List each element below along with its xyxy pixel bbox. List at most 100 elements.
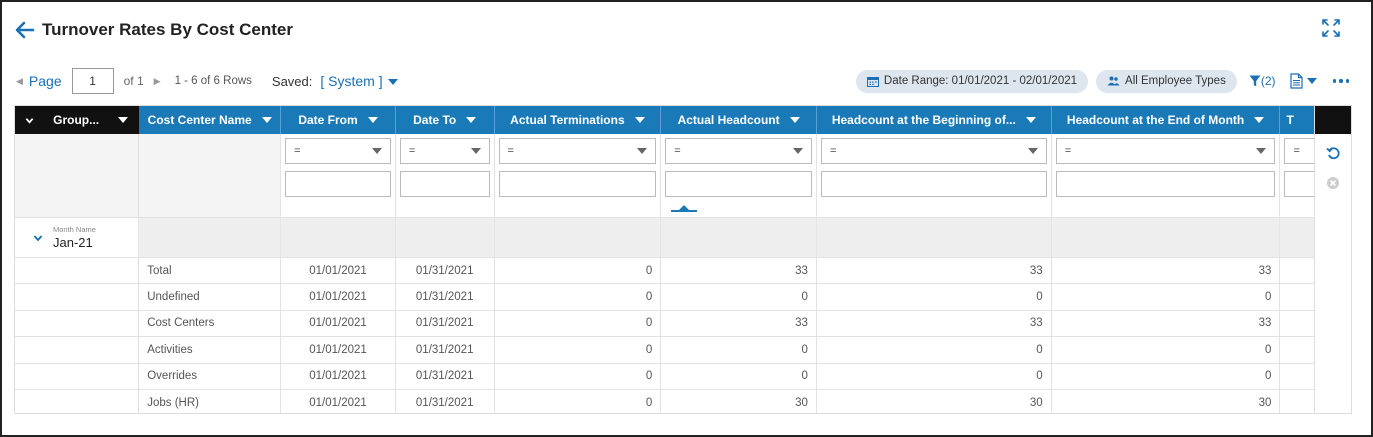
title-row: Turnover Rates By Cost Center	[14, 16, 293, 44]
operator-select[interactable]: =	[498, 138, 657, 164]
column-header-date-to[interactable]: Date To	[395, 106, 495, 134]
table-row[interactable]: Overrides 01/01/2021 01/31/2021 0 0 0 0	[15, 363, 1351, 390]
table-row[interactable]: Total 01/01/2021 01/31/2021 0 33 33 33	[15, 257, 1351, 285]
group-cell-empty	[494, 217, 662, 258]
column-header-cost-center-name[interactable]: Cost Center Name	[138, 106, 282, 134]
operator-select[interactable]: =	[399, 138, 490, 164]
more-options-icon[interactable]	[1332, 79, 1349, 83]
filter-input[interactable]	[1055, 171, 1276, 197]
cell-actual-headcount: 0	[660, 363, 817, 390]
employee-types-chip[interactable]: All Employee Types	[1096, 69, 1237, 93]
cell-actual-terminations: 0	[494, 283, 662, 311]
table-row[interactable]: Activities 01/01/2021 01/31/2021 0 0 0 0	[15, 336, 1351, 364]
filter-row: = = = = = = =	[15, 134, 1351, 218]
row-group-cell	[15, 283, 140, 311]
filter-input[interactable]	[820, 171, 1047, 197]
filter-input[interactable]	[399, 171, 490, 197]
operator-select[interactable]: =	[1055, 138, 1276, 164]
cell-actual-headcount: 33	[660, 257, 817, 285]
cell-headcount-beginning: 33	[816, 257, 1052, 285]
page-label: Page	[28, 73, 62, 89]
cell-date-from: 01/01/2021	[280, 310, 396, 338]
column-header-group[interactable]: Group...	[15, 106, 140, 134]
report-tools: Date Range: 01/01/2021 - 02/01/2021 All …	[848, 69, 1349, 93]
back-arrow-icon[interactable]	[14, 19, 36, 41]
table-row[interactable]: Cost Centers 01/01/2021 01/31/2021 0 33 …	[15, 310, 1351, 338]
next-page-icon[interactable]: ▶	[154, 76, 161, 87]
operator-value: =	[408, 145, 416, 157]
cell-actual-headcount: 0	[660, 336, 817, 364]
calendar-icon	[866, 76, 879, 87]
column-header-headcount-end[interactable]: Headcount at the End of Month	[1051, 106, 1281, 134]
column-header-headcount-beginning[interactable]: Headcount at the Beginning of...	[816, 106, 1052, 134]
cell-cost-center-name: Jobs (HR)	[138, 389, 282, 413]
filter-input[interactable]	[285, 171, 391, 197]
filter-cell-date-to: =	[395, 134, 495, 218]
row-group-cell	[15, 389, 140, 413]
row-group-cell	[15, 257, 140, 285]
saved-view-dropdown[interactable]: [ System ]	[320, 73, 398, 89]
date-range-chip[interactable]: Date Range: 01/01/2021 - 02/01/2021	[855, 69, 1089, 93]
table-row[interactable]: Jobs (HR) 01/01/2021 01/31/2021 0 30 30 …	[15, 389, 1351, 413]
prev-page-icon[interactable]: ◀	[16, 76, 23, 87]
pagination-toolbar: ◀ Page of 1 ▶ 1 - 6 of 6 Rows Saved: [ S…	[14, 68, 398, 94]
column-header-actual-terminations[interactable]: Actual Terminations	[494, 106, 662, 134]
column-header-label: Cost Center Name	[147, 113, 252, 127]
column-header-label: Headcount at the Beginning of...	[831, 113, 1016, 127]
caret-down-icon	[634, 117, 645, 123]
column-header-date-from[interactable]: Date From	[280, 106, 396, 134]
operator-select[interactable]: =	[665, 138, 812, 164]
caret-down-icon	[466, 117, 477, 123]
row-group-cell	[15, 363, 140, 390]
cell-headcount-end: 33	[1051, 310, 1281, 338]
filter-input[interactable]	[665, 171, 812, 197]
filter-cell-date-from: =	[280, 134, 396, 218]
filter-cell-empty	[138, 134, 282, 218]
chevron-down-icon	[25, 117, 34, 124]
cell-headcount-end: 0	[1051, 336, 1281, 364]
caret-down-icon	[637, 148, 648, 154]
column-header-label: Date To	[413, 113, 457, 127]
operator-value: =	[294, 145, 301, 157]
fullscreen-icon[interactable]	[1321, 18, 1341, 38]
group-cell[interactable]: Month Name Jan-21	[15, 217, 140, 258]
cell-date-to: 01/31/2021	[395, 336, 495, 364]
caret-down-icon	[118, 117, 129, 123]
group-label: Month Name	[53, 225, 96, 234]
chevron-down-icon[interactable]	[33, 233, 43, 243]
column-header-actual-headcount[interactable]: Actual Headcount	[660, 106, 817, 134]
date-range-text: Date Range: 01/01/2021 - 02/01/2021	[883, 75, 1078, 87]
page-number-input[interactable]	[71, 68, 114, 94]
export-button[interactable]	[1289, 73, 1317, 89]
filter-cell-empty	[15, 134, 140, 218]
operator-value: =	[1293, 145, 1300, 157]
filter-button[interactable]: (2)	[1249, 74, 1276, 88]
column-header-label: Actual Headcount	[677, 113, 780, 127]
people-icon	[1107, 76, 1120, 86]
column-header-label: Group...	[53, 113, 100, 127]
employee-types-text: All Employee Types	[1125, 75, 1226, 87]
cell-actual-headcount: 30	[660, 389, 817, 413]
filter-input[interactable]	[498, 171, 657, 197]
caret-down-icon	[371, 148, 382, 154]
sort-ascending-icon[interactable]	[671, 205, 698, 213]
table-row[interactable]: Undefined 01/01/2021 01/31/2021 0 0 0 0	[15, 283, 1351, 311]
cell-headcount-end: 0	[1051, 363, 1281, 390]
data-grid: Group... Cost Center Name Date From Date…	[14, 105, 1352, 414]
operator-select[interactable]: =	[285, 138, 391, 164]
cell-headcount-end: 30	[1051, 389, 1281, 413]
cell-date-from: 01/01/2021	[280, 283, 396, 311]
group-row[interactable]: Month Name Jan-21	[15, 217, 1351, 258]
reset-icon[interactable]	[1326, 146, 1341, 161]
operator-value: =	[1064, 145, 1072, 157]
caret-down-icon	[1025, 117, 1036, 123]
caret-down-icon	[789, 117, 800, 123]
cell-date-to: 01/31/2021	[395, 283, 495, 311]
operator-select[interactable]: =	[820, 138, 1047, 164]
cell-headcount-beginning: 30	[816, 389, 1052, 413]
caret-down-icon	[387, 79, 398, 86]
clear-filter-icon[interactable]	[1326, 176, 1340, 190]
caret-down-icon	[1254, 117, 1265, 123]
cell-headcount-end: 33	[1051, 257, 1281, 285]
row-group-cell	[15, 336, 140, 364]
